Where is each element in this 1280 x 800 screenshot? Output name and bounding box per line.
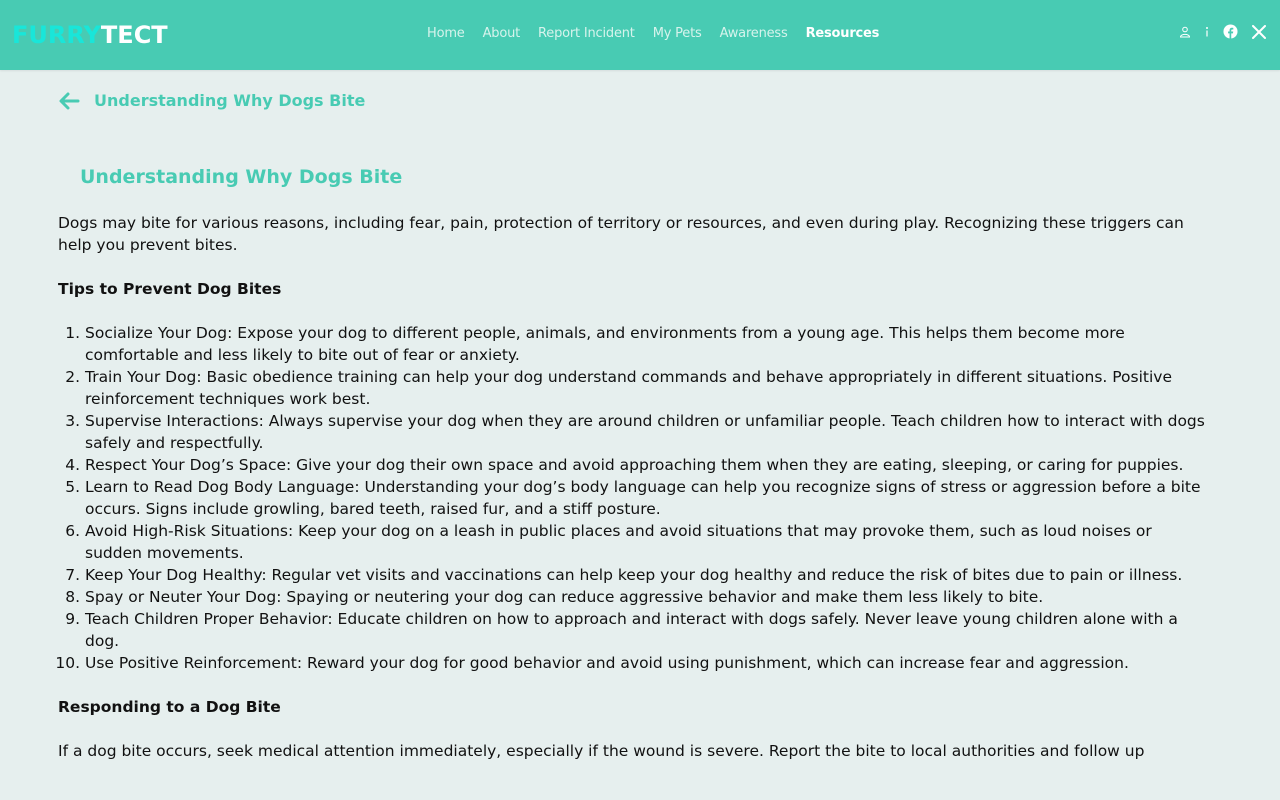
logo-part-1: FURRY [12,21,101,49]
tip-item: Avoid High-Risk Situations: Keep your do… [85,520,1208,564]
logo[interactable]: FURRYTECT [12,20,168,50]
back-arrow-icon[interactable] [58,90,80,112]
tip-item: Teach Children Proper Behavior: Educate … [85,608,1208,652]
main-nav: Home About Report Incident My Pets Aware… [418,24,888,44]
intro-paragraph: Dogs may bite for various reasons, inclu… [58,214,1184,254]
header-icons [1179,24,1266,39]
x-icon[interactable] [1252,24,1266,39]
facebook-icon[interactable] [1223,24,1238,39]
nav-about[interactable]: About [483,24,521,44]
back-title: Understanding Why Dogs Bite [94,91,366,110]
response-paragraph: If a dog bite occurs, seek medical atten… [58,742,1145,760]
tip-item: Spay or Neuter Your Dog: Spaying or neut… [85,586,1208,608]
tip-item: Respect Your Dog’s Space: Give your dog … [85,454,1208,476]
logo-part-2: TECT [100,21,168,49]
info-icon[interactable] [1205,26,1209,38]
tip-item: Use Positive Reinforcement: Reward your … [85,652,1208,674]
article-title: Understanding Why Dogs Bite [80,166,403,188]
tip-item: Train Your Dog: Basic obedience training… [85,366,1208,410]
nav-report-incident[interactable]: Report Incident [538,24,635,44]
tip-item: Learn to Read Dog Body Language: Underst… [85,476,1208,520]
tips-list: Socialize Your Dog: Expose your dog to d… [58,322,1208,674]
response-heading: Responding to a Dog Bite [58,698,281,716]
tip-item: Socialize Your Dog: Expose your dog to d… [85,322,1208,366]
top-navbar: FURRYTECT Home About Report Incident My … [0,0,1280,70]
article-content: Understanding Why Dogs Bite Dogs may bit… [58,160,1208,762]
nav-home[interactable]: Home [427,24,465,44]
nav-my-pets[interactable]: My Pets [653,24,702,44]
user-icon[interactable] [1179,26,1191,38]
tips-heading: Tips to Prevent Dog Bites [58,280,282,298]
back-header: Understanding Why Dogs Bite [58,90,365,112]
tip-item: Keep Your Dog Healthy: Regular vet visit… [85,564,1208,586]
tip-item: Supervise Interactions: Always supervise… [85,410,1208,454]
nav-awareness[interactable]: Awareness [720,24,788,44]
nav-resources[interactable]: Resources [806,24,880,44]
